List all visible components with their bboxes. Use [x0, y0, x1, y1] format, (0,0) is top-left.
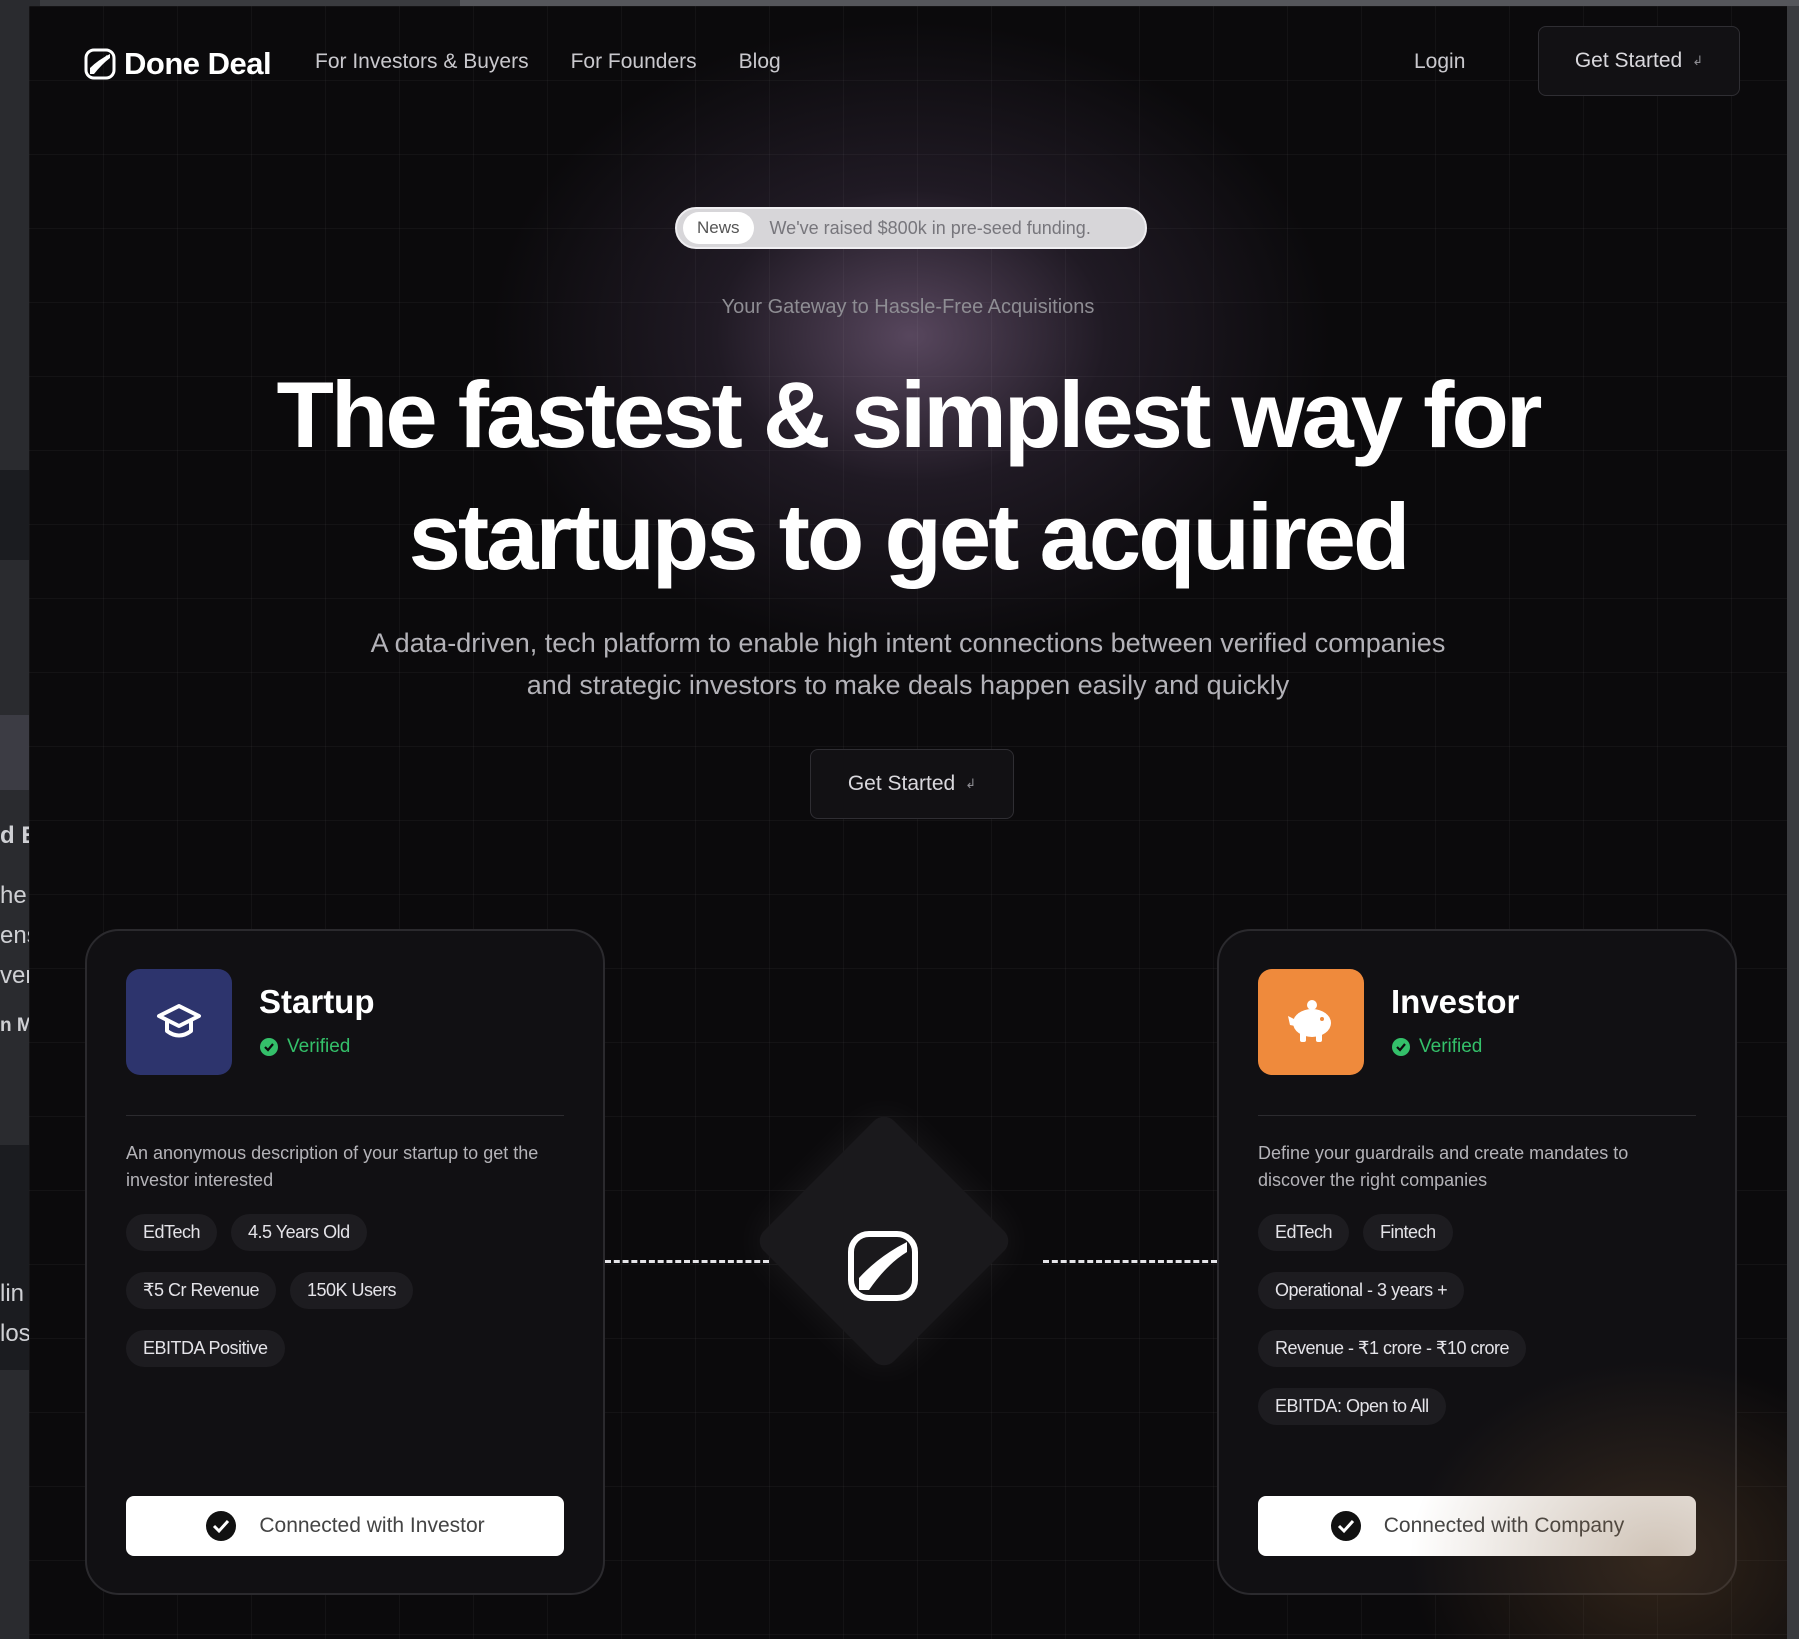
piggy-bank-icon [1288, 1000, 1331, 1042]
card-divider [126, 1115, 564, 1116]
connector-line-left [605, 1260, 769, 1263]
login-link[interactable]: Login [1414, 50, 1465, 74]
headline-line-1: The fastest & simplest way for [276, 362, 1543, 467]
startup-card: Startup Verified An anonymous descriptio… [85, 929, 605, 1595]
background-text: lin [0, 1280, 25, 1307]
brand-name: Done Deal [124, 46, 272, 81]
hero-tagline: Your Gateway to Hassle-Free Acquisitions [721, 296, 1095, 318]
connector-line-right [1043, 1260, 1217, 1263]
verified-check-icon [1392, 1038, 1410, 1056]
investor-chips: EdTech Fintech Operational - 3 years + R… [1258, 1214, 1708, 1446]
chip: EdTech [1258, 1214, 1350, 1251]
check-circle-icon [206, 1511, 237, 1541]
chip: 4.5 Years Old [231, 1214, 367, 1251]
startup-chips: EdTech 4.5 Years Old ₹5 Cr Revenue 150K … [126, 1214, 576, 1388]
enter-arrow-icon: ↲ [1692, 53, 1704, 68]
connected-with-investor-button[interactable]: Connected with Investor [126, 1496, 564, 1556]
news-tag: News [683, 212, 754, 244]
subtitle-line-1: A data-driven, tech platform to enable h… [370, 628, 1446, 658]
chip: EdTech [126, 1214, 218, 1251]
chip: Fintech [1363, 1214, 1453, 1251]
verified-badge: Verified [1391, 1036, 1482, 1058]
startup-title: Startup [259, 983, 375, 1020]
startup-icon-tile [126, 969, 232, 1075]
verified-label: Verified [1419, 1036, 1483, 1057]
enter-arrow-icon: ↲ [965, 776, 977, 791]
chip: ₹5 Cr Revenue [126, 1272, 277, 1309]
done-deal-logo-icon [848, 1231, 918, 1301]
news-banner[interactable]: News We've raised $800k in pre-seed fund… [675, 207, 1147, 249]
main-nav: For Investors & Buyers For Founders Blog [315, 50, 781, 74]
hero-subtitle: A data-driven, tech platform to enable h… [29, 622, 1787, 706]
chip: EBITDA: Open to All [1258, 1388, 1446, 1425]
news-text: We've raised $800k in pre-seed funding. [769, 217, 1091, 238]
investor-title: Investor [1391, 983, 1520, 1020]
background-text: n M [0, 1015, 33, 1036]
background-text: he [0, 882, 27, 909]
header-get-started-label: Get Started [1574, 49, 1683, 72]
done-deal-logo-icon [84, 48, 116, 80]
brand-logo[interactable]: Done Deal [84, 46, 272, 82]
connected-label: Connected with Investor [259, 1514, 485, 1537]
landing-page: Done Deal For Investors & Buyers For Fou… [29, 6, 1787, 1639]
hero-get-started-label: Get Started [847, 772, 956, 795]
chip: EBITDA Positive [126, 1330, 285, 1367]
chip: Revenue - ₹1 crore - ₹10 crore [1258, 1330, 1527, 1367]
investor-description: Define your guardrails and create mandat… [1258, 1143, 1629, 1190]
card-divider [1258, 1115, 1696, 1116]
nav-for-investors-buyers[interactable]: For Investors & Buyers [315, 50, 529, 74]
verified-label: Verified [287, 1036, 351, 1057]
connected-label: Connected with Company [1383, 1514, 1625, 1537]
chip: Operational - 3 years + [1258, 1272, 1465, 1309]
subtitle-line-2: and strategic investors to make deals ha… [526, 670, 1290, 700]
startup-description: An anonymous description of your startup… [126, 1143, 539, 1190]
background-panel [0, 470, 30, 560]
nav-for-founders[interactable]: For Founders [571, 50, 697, 74]
graduation-cap-icon [157, 1004, 201, 1038]
check-circle-icon [1330, 1511, 1361, 1541]
background-avatar [0, 715, 30, 790]
connected-with-company-button[interactable]: Connected with Company [1258, 1496, 1696, 1556]
hero-get-started-button[interactable]: Get Started ↲ [810, 749, 1014, 819]
header-get-started-button[interactable]: Get Started ↲ [1538, 26, 1740, 96]
investor-card: Investor Verified Define your guardrails… [1217, 929, 1737, 1595]
investor-icon-tile [1258, 969, 1364, 1075]
chip: 150K Users [290, 1272, 414, 1309]
nav-blog[interactable]: Blog [739, 50, 781, 74]
verified-badge: Verified [259, 1036, 350, 1058]
hero-headline: The fastest & simplest way for startups … [29, 354, 1787, 598]
headline-line-2: startups to get acquired [408, 484, 1411, 589]
background-text: los [0, 1320, 31, 1347]
verified-check-icon [260, 1038, 278, 1056]
